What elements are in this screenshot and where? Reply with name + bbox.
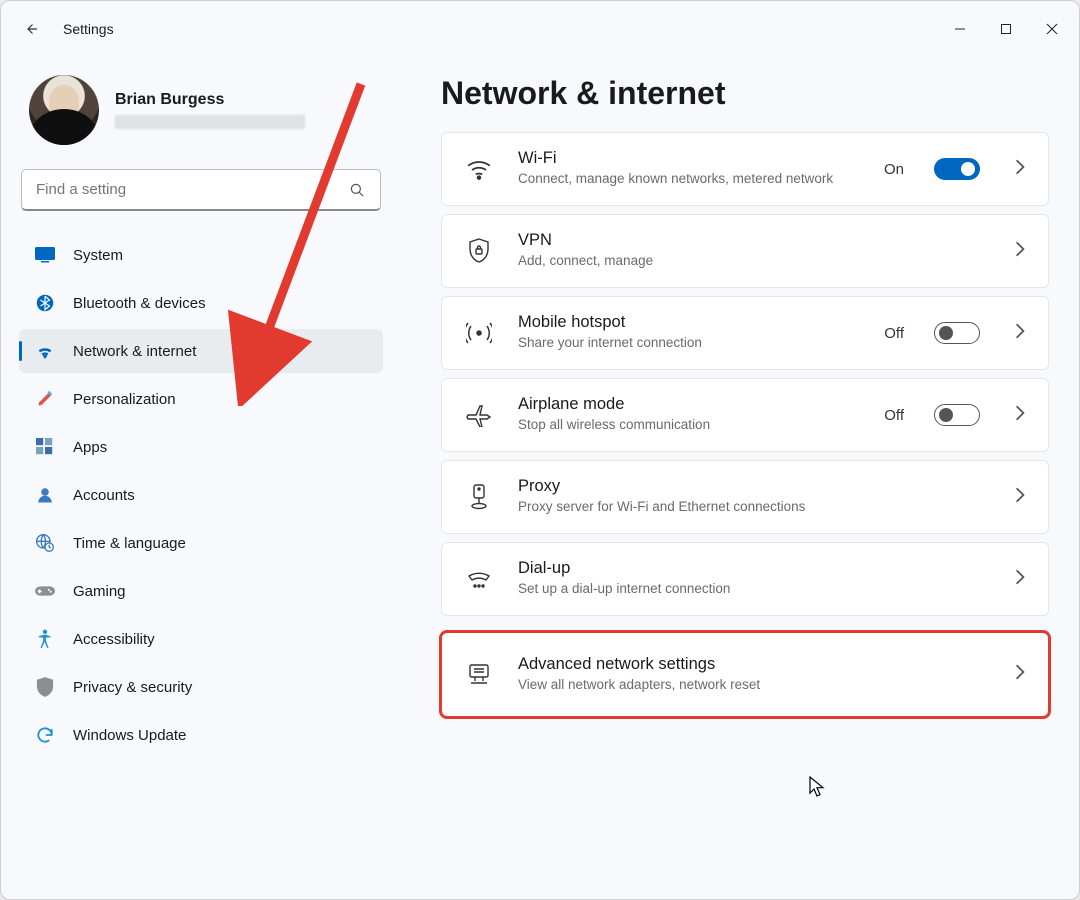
card-title: Wi-Fi <box>518 149 860 168</box>
accessibility-icon <box>35 629 55 649</box>
app-title: Settings <box>63 21 114 37</box>
card-vpn[interactable]: VPN Add, connect, manage <box>441 214 1049 288</box>
search-box[interactable] <box>21 169 381 211</box>
sidebar-item-apps[interactable]: Apps <box>19 425 383 469</box>
wifi-icon <box>464 158 494 180</box>
page-title: Network & internet <box>441 75 1049 112</box>
dialup-icon <box>464 568 494 590</box>
sidebar-item-accounts[interactable]: Accounts <box>19 473 383 517</box>
search-input[interactable] <box>36 181 348 198</box>
card-title: Airplane mode <box>518 395 860 414</box>
sidebar: Brian Burgess System Bluetooth & devices <box>1 57 401 899</box>
chevron-right-icon <box>1014 568 1026 591</box>
update-icon <box>35 725 55 745</box>
sidebar-item-label: Accounts <box>73 487 135 504</box>
sidebar-item-privacy[interactable]: Privacy & security <box>19 665 383 709</box>
sidebar-nav: System Bluetooth & devices Network & int… <box>19 233 383 757</box>
chevron-right-icon <box>1014 486 1026 509</box>
adapter-icon <box>464 663 494 687</box>
card-mobile-hotspot[interactable]: Mobile hotspot Share your internet conne… <box>441 296 1049 370</box>
shield-icon <box>35 677 55 697</box>
airplane-state-label: Off <box>884 407 904 424</box>
card-subtitle: Connect, manage known networks, metered … <box>518 170 860 188</box>
gamepad-icon <box>35 581 55 601</box>
settings-window: Settings Brian Burgess <box>0 0 1080 900</box>
wifi-icon <box>35 341 55 361</box>
user-profile[interactable]: Brian Burgess <box>19 75 383 145</box>
card-subtitle: Set up a dial-up internet connection <box>518 580 980 598</box>
hotspot-icon <box>464 322 494 344</box>
card-subtitle: View all network adapters, network reset <box>518 676 980 694</box>
minimize-button[interactable] <box>937 9 983 49</box>
card-subtitle: Add, connect, manage <box>518 252 980 270</box>
sidebar-item-label: Windows Update <box>73 727 186 744</box>
user-name: Brian Burgess <box>115 91 305 109</box>
avatar <box>29 75 99 145</box>
sidebar-item-windows-update[interactable]: Windows Update <box>19 713 383 757</box>
airplane-toggle[interactable] <box>934 404 980 426</box>
card-subtitle: Proxy server for Wi-Fi and Ethernet conn… <box>518 498 980 516</box>
hotspot-toggle[interactable] <box>934 322 980 344</box>
sidebar-item-label: Time & language <box>73 535 186 552</box>
card-airplane-mode[interactable]: Airplane mode Stop all wireless communic… <box>441 378 1049 452</box>
sidebar-item-label: Personalization <box>73 391 176 408</box>
search-icon <box>348 181 366 199</box>
titlebar: Settings <box>1 1 1079 57</box>
wifi-state-label: On <box>884 161 904 178</box>
card-proxy[interactable]: Proxy Proxy server for Wi-Fi and Etherne… <box>441 460 1049 534</box>
airplane-icon <box>464 403 494 427</box>
shield-lock-icon <box>464 238 494 264</box>
paintbrush-icon <box>35 389 55 409</box>
sidebar-item-bluetooth[interactable]: Bluetooth & devices <box>19 281 383 325</box>
chevron-right-icon <box>1014 240 1026 263</box>
sidebar-item-time-language[interactable]: Time & language <box>19 521 383 565</box>
chevron-right-icon <box>1014 158 1026 181</box>
wifi-toggle[interactable] <box>934 158 980 180</box>
chevron-right-icon <box>1014 663 1026 686</box>
card-title: Mobile hotspot <box>518 313 860 332</box>
apps-icon <box>35 437 55 457</box>
close-button[interactable] <box>1029 9 1075 49</box>
window-controls <box>937 9 1075 49</box>
sidebar-item-network[interactable]: Network & internet <box>19 329 383 373</box>
sidebar-item-label: Network & internet <box>73 343 196 360</box>
maximize-button[interactable] <box>983 9 1029 49</box>
card-subtitle: Stop all wireless communication <box>518 416 860 434</box>
sidebar-item-label: Apps <box>73 439 107 456</box>
back-arrow-icon <box>22 20 40 38</box>
chevron-right-icon <box>1014 404 1026 427</box>
proxy-icon <box>464 484 494 510</box>
hotspot-state-label: Off <box>884 325 904 342</box>
globe-clock-icon <box>35 533 55 553</box>
sidebar-item-label: System <box>73 247 123 264</box>
main-content: Network & internet Wi-Fi Connect, manage… <box>401 57 1079 899</box>
sidebar-item-label: Privacy & security <box>73 679 192 696</box>
card-title: Proxy <box>518 477 980 496</box>
user-email-redacted <box>115 115 305 129</box>
sidebar-item-label: Gaming <box>73 583 126 600</box>
display-icon <box>35 245 55 265</box>
card-wifi[interactable]: Wi-Fi Connect, manage known networks, me… <box>441 132 1049 206</box>
sidebar-item-personalization[interactable]: Personalization <box>19 377 383 421</box>
back-button[interactable] <box>11 9 51 49</box>
sidebar-item-accessibility[interactable]: Accessibility <box>19 617 383 661</box>
card-advanced-network-settings[interactable]: Advanced network settings View all netwo… <box>441 632 1049 717</box>
card-title: VPN <box>518 231 980 250</box>
sidebar-item-label: Bluetooth & devices <box>73 295 206 312</box>
sidebar-item-label: Accessibility <box>73 631 155 648</box>
card-title: Dial-up <box>518 559 980 578</box>
card-dialup[interactable]: Dial-up Set up a dial-up internet connec… <box>441 542 1049 616</box>
sidebar-item-gaming[interactable]: Gaming <box>19 569 383 613</box>
card-subtitle: Share your internet connection <box>518 334 860 352</box>
person-icon <box>35 485 55 505</box>
chevron-right-icon <box>1014 322 1026 345</box>
card-title: Advanced network settings <box>518 655 980 674</box>
bluetooth-icon <box>35 293 55 313</box>
sidebar-item-system[interactable]: System <box>19 233 383 277</box>
